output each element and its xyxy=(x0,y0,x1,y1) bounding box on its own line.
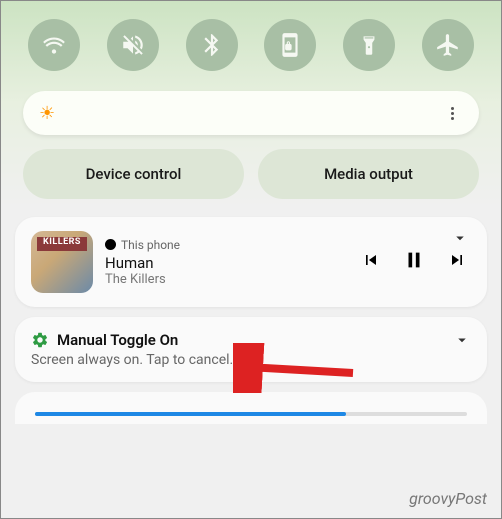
pause-icon xyxy=(403,248,425,272)
pause-button[interactable] xyxy=(403,248,425,276)
brightness-icon: ☀ xyxy=(39,103,55,124)
chevron-down-icon xyxy=(453,331,471,349)
quick-settings-row xyxy=(1,1,501,85)
media-artist: The Killers xyxy=(105,272,349,287)
notification-body: Screen always on. Tap to cancel. xyxy=(31,352,471,368)
rotation-lock-toggle[interactable] xyxy=(264,19,316,71)
chevron-down-icon xyxy=(451,229,469,247)
bluetooth-toggle[interactable] xyxy=(186,19,238,71)
brightness-slider[interactable]: ☀ xyxy=(23,91,479,135)
rotation-lock-icon xyxy=(277,32,303,58)
brightness-more-button[interactable] xyxy=(441,102,463,124)
previous-button[interactable] xyxy=(361,250,381,274)
skip-previous-icon xyxy=(361,250,381,270)
gear-icon xyxy=(31,331,49,349)
control-pills: Device control Media output xyxy=(1,149,501,213)
notification-title: Manual Toggle On xyxy=(57,331,178,349)
album-art: KILLERS xyxy=(31,231,93,293)
flashlight-toggle[interactable] xyxy=(343,19,395,71)
flashlight-icon xyxy=(356,32,382,58)
bluetooth-icon xyxy=(199,32,225,58)
next-button[interactable] xyxy=(447,250,467,274)
media-expand-button[interactable] xyxy=(451,229,469,247)
media-source-label: This phone xyxy=(121,238,180,252)
progress-fill xyxy=(35,412,346,416)
spotify-icon xyxy=(105,239,116,250)
airplane-icon xyxy=(435,32,461,58)
mute-icon xyxy=(120,32,146,58)
media-title: Human xyxy=(105,254,349,272)
airplane-toggle[interactable] xyxy=(422,19,474,71)
media-player-card[interactable]: KILLERS This phone Human The Killers xyxy=(15,217,487,307)
media-controls xyxy=(361,248,467,276)
watermark: groovyPost xyxy=(409,489,487,508)
progress-card xyxy=(15,392,487,424)
wifi-toggle[interactable] xyxy=(28,19,80,71)
mute-toggle[interactable] xyxy=(107,19,159,71)
device-control-button[interactable]: Device control xyxy=(23,149,244,199)
notification-expand-button[interactable] xyxy=(453,331,471,349)
notification-card[interactable]: Manual Toggle On Screen always on. Tap t… xyxy=(15,317,487,382)
skip-next-icon xyxy=(447,250,467,270)
media-info: This phone Human The Killers xyxy=(105,238,349,287)
progress-bar[interactable] xyxy=(35,412,467,416)
media-output-button[interactable]: Media output xyxy=(258,149,479,199)
wifi-icon xyxy=(41,32,67,58)
